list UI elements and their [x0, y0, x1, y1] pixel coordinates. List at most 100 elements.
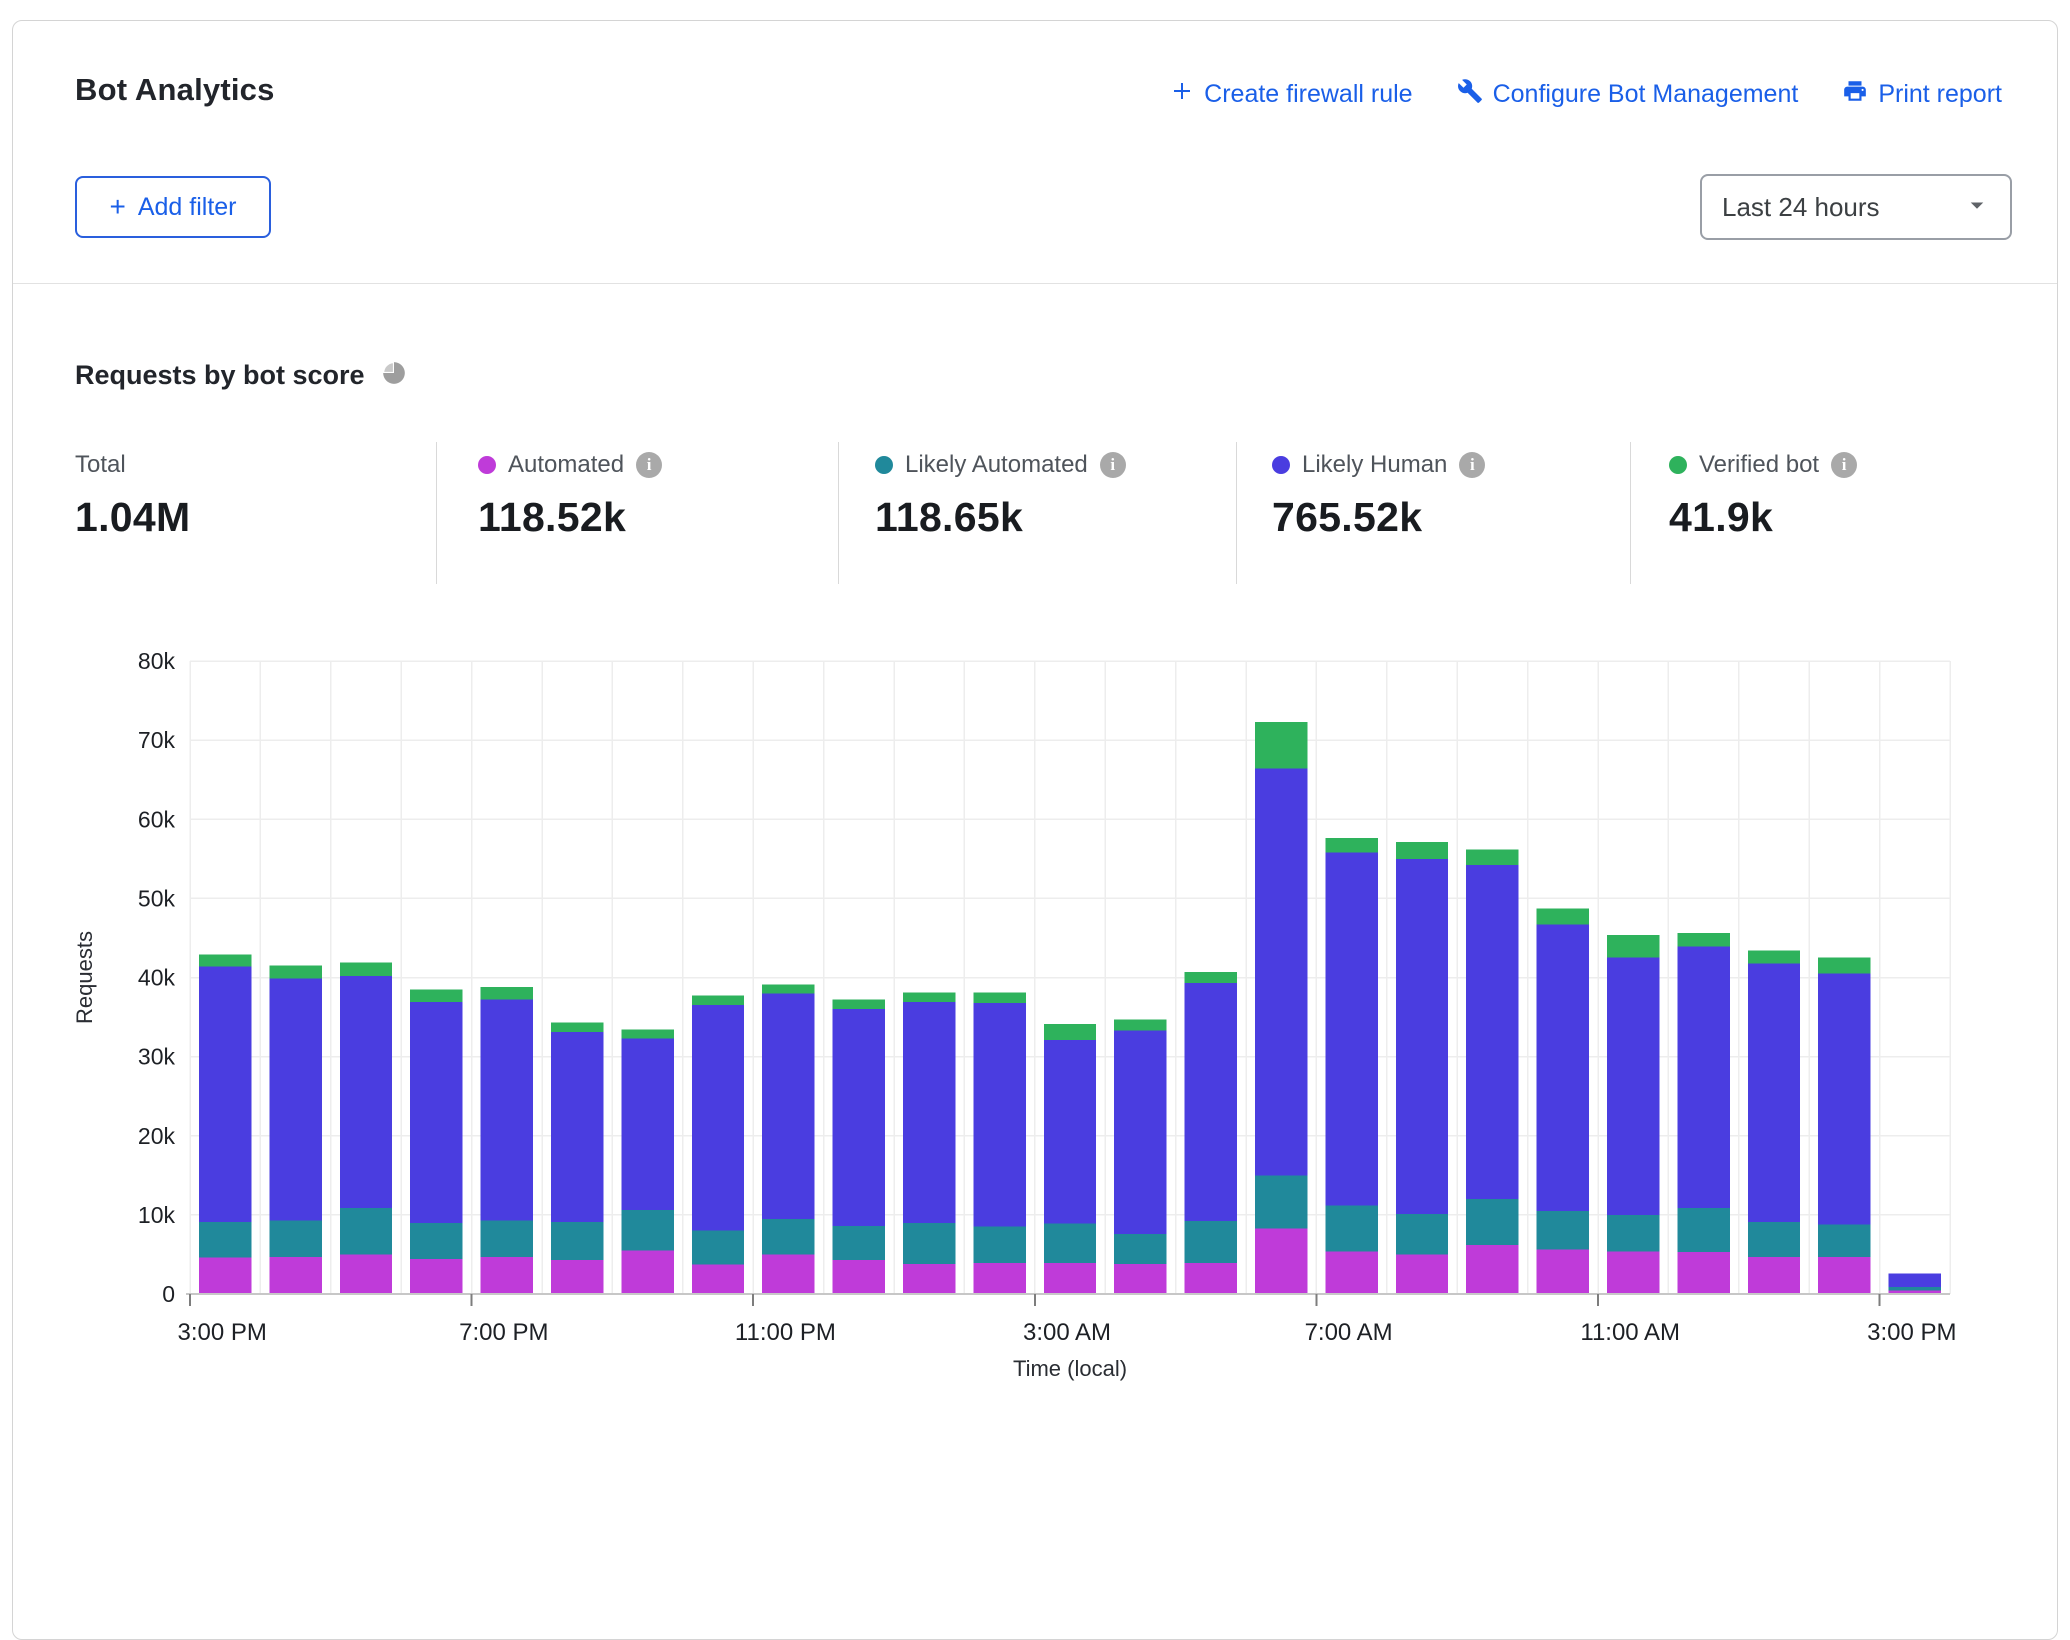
info-icon[interactable]: i — [636, 452, 662, 478]
stat-likely-human[interactable]: Likely Human i 765.52k — [1272, 450, 1485, 541]
bar-segment-likely-human[interactable] — [199, 966, 251, 1222]
bar-segment-verified-bot[interactable] — [621, 1030, 673, 1039]
bar-segment-automated[interactable] — [551, 1260, 603, 1294]
bar-segment-likely-automated[interactable] — [1396, 1214, 1448, 1254]
bar-segment-likely-human[interactable] — [1325, 852, 1377, 1205]
bar-segment-verified-bot[interactable] — [762, 985, 814, 994]
bar-segment-automated[interactable] — [1607, 1251, 1659, 1294]
bar-segment-likely-human[interactable] — [973, 1003, 1025, 1227]
bar-segment-likely-automated[interactable] — [340, 1208, 392, 1255]
bar-segment-verified-bot[interactable] — [1537, 909, 1589, 925]
info-icon[interactable]: i — [1831, 452, 1857, 478]
bar-segment-automated[interactable] — [1818, 1257, 1870, 1294]
time-range-select[interactable]: Last 24 hours — [1700, 174, 2012, 240]
bar-segment-automated[interactable] — [1255, 1228, 1307, 1294]
bar-segment-likely-automated[interactable] — [1537, 1211, 1589, 1250]
bar-segment-verified-bot[interactable] — [340, 962, 392, 975]
bar-segment-likely-human[interactable] — [1044, 1040, 1096, 1224]
bar-segment-verified-bot[interactable] — [1677, 933, 1729, 946]
bar-segment-automated[interactable] — [340, 1254, 392, 1294]
bar-segment-likely-human[interactable] — [1677, 947, 1729, 1208]
bar-segment-automated[interactable] — [1466, 1245, 1518, 1294]
bar-segment-automated[interactable] — [1537, 1250, 1589, 1294]
bar-segment-automated[interactable] — [762, 1254, 814, 1294]
bar-segment-automated[interactable] — [410, 1259, 462, 1294]
bar-segment-likely-human[interactable] — [481, 1000, 533, 1221]
bar-segment-automated[interactable] — [1114, 1264, 1166, 1294]
bar-segment-likely-automated[interactable] — [621, 1210, 673, 1250]
bar-segment-likely-human[interactable] — [1396, 859, 1448, 1214]
bar-segment-likely-automated[interactable] — [199, 1222, 251, 1258]
bar-segment-likely-human[interactable] — [1748, 963, 1800, 1222]
bar-segment-verified-bot[interactable] — [973, 993, 1025, 1003]
bar-segment-likely-automated[interactable] — [1748, 1222, 1800, 1257]
bar-segment-automated[interactable] — [692, 1265, 744, 1294]
bar-segment-verified-bot[interactable] — [1255, 722, 1307, 769]
bar-segment-verified-bot[interactable] — [1185, 972, 1237, 983]
bar-segment-automated[interactable] — [269, 1257, 321, 1294]
bar-segment-likely-automated[interactable] — [1607, 1215, 1659, 1251]
bar-segment-automated[interactable] — [199, 1258, 251, 1294]
bar-segment-verified-bot[interactable] — [833, 1000, 885, 1009]
bar-segment-automated[interactable] — [1748, 1257, 1800, 1294]
bar-segment-likely-automated[interactable] — [1044, 1224, 1096, 1264]
bar-segment-automated[interactable] — [903, 1264, 955, 1294]
create-firewall-rule-link[interactable]: Create firewall rule — [1170, 79, 1412, 110]
bar-segment-likely-automated[interactable] — [1466, 1199, 1518, 1245]
bar-segment-automated[interactable] — [481, 1257, 533, 1294]
bar-segment-verified-bot[interactable] — [1607, 935, 1659, 958]
bar-segment-automated[interactable] — [1185, 1263, 1237, 1294]
bar-segment-verified-bot[interactable] — [481, 987, 533, 1000]
bar-segment-likely-automated[interactable] — [762, 1219, 814, 1255]
bar-segment-likely-human[interactable] — [1889, 1273, 1941, 1287]
bar-segment-likely-automated[interactable] — [903, 1223, 955, 1264]
stat-automated[interactable]: Automated i 118.52k — [478, 450, 662, 541]
stat-verified-bot[interactable]: Verified bot i 41.9k — [1669, 450, 1857, 541]
bar-segment-likely-human[interactable] — [692, 1005, 744, 1231]
bar-segment-verified-bot[interactable] — [1818, 958, 1870, 974]
stat-likely-automated[interactable]: Likely Automated i 118.65k — [875, 450, 1126, 541]
bar-segment-likely-human[interactable] — [551, 1032, 603, 1222]
bar-segment-verified-bot[interactable] — [903, 993, 955, 1002]
info-icon[interactable]: i — [1100, 452, 1126, 478]
bar-segment-verified-bot[interactable] — [199, 955, 251, 967]
bar-segment-automated[interactable] — [833, 1260, 885, 1294]
bar-segment-likely-automated[interactable] — [692, 1231, 744, 1265]
bar-segment-verified-bot[interactable] — [692, 996, 744, 1005]
bar-segment-likely-human[interactable] — [1537, 924, 1589, 1210]
bar-segment-automated[interactable] — [973, 1263, 1025, 1294]
bar-segment-verified-bot[interactable] — [1044, 1024, 1096, 1040]
bar-segment-likely-human[interactable] — [1607, 958, 1659, 1215]
bar-segment-likely-automated[interactable] — [973, 1227, 1025, 1263]
bar-segment-likely-automated[interactable] — [269, 1220, 321, 1256]
bar-segment-likely-human[interactable] — [269, 978, 321, 1220]
bar-segment-automated[interactable] — [621, 1250, 673, 1294]
bar-segment-likely-human[interactable] — [833, 1009, 885, 1226]
bar-segment-likely-human[interactable] — [903, 1002, 955, 1223]
bar-segment-likely-automated[interactable] — [551, 1222, 603, 1260]
print-report-link[interactable]: Print report — [1842, 78, 2002, 111]
bar-segment-likely-automated[interactable] — [1818, 1224, 1870, 1256]
bar-segment-likely-automated[interactable] — [1677, 1208, 1729, 1252]
bar-segment-verified-bot[interactable] — [1748, 951, 1800, 964]
bar-segment-likely-automated[interactable] — [1255, 1175, 1307, 1228]
bar-segment-likely-human[interactable] — [1818, 974, 1870, 1225]
bar-segment-likely-human[interactable] — [1185, 983, 1237, 1221]
bar-segment-likely-automated[interactable] — [1185, 1221, 1237, 1263]
bar-segment-likely-automated[interactable] — [410, 1223, 462, 1259]
bar-segment-likely-automated[interactable] — [833, 1226, 885, 1260]
stat-total[interactable]: Total 1.04M — [75, 450, 190, 541]
info-icon[interactable]: i — [1459, 452, 1485, 478]
bar-segment-likely-human[interactable] — [621, 1038, 673, 1210]
bar-segment-likely-automated[interactable] — [1325, 1205, 1377, 1251]
configure-bot-management-link[interactable]: Configure Bot Management — [1457, 78, 1799, 111]
bar-segment-likely-automated[interactable] — [1114, 1234, 1166, 1264]
bar-segment-likely-human[interactable] — [1255, 769, 1307, 1176]
bar-segment-automated[interactable] — [1044, 1263, 1096, 1294]
bar-segment-verified-bot[interactable] — [1325, 838, 1377, 852]
bar-segment-automated[interactable] — [1396, 1254, 1448, 1294]
bar-segment-automated[interactable] — [1325, 1251, 1377, 1294]
add-filter-button[interactable]: + Add filter — [75, 176, 271, 238]
bar-segment-verified-bot[interactable] — [269, 966, 321, 979]
requests-by-bot-score-chart[interactable]: 010k20k30k40k50k60k70k80k3:00 PM7:00 PM1… — [0, 630, 2070, 1394]
